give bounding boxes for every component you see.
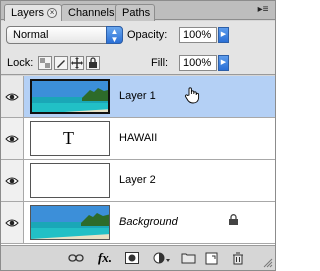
eye-icon (5, 177, 19, 184)
panel-tab-bar: Layers × Channels Paths ▸≡ (1, 1, 275, 21)
tab-paths[interactable]: Paths (115, 4, 156, 21)
panel-menu-icon[interactable]: ▸≡ (255, 3, 271, 17)
visibility-toggle[interactable] (1, 160, 24, 201)
type-layer-icon: T (63, 128, 74, 148)
fx-icon[interactable]: fx. (93, 250, 117, 265)
layer-thumbnail: T (30, 121, 110, 156)
new-layer-icon[interactable] (203, 251, 221, 265)
layer-options-bar: Normal ▲ ▼ Opacity: 100% ▶ Lock: Fill: 10… (1, 21, 275, 75)
layer-name[interactable]: Background (119, 216, 178, 228)
tab-channels[interactable]: Channels (61, 4, 120, 21)
adjustment-icon[interactable] (151, 251, 173, 265)
fill-label: Fill: (151, 57, 169, 69)
layer-row-layer-1[interactable]: Layer 1 (1, 76, 275, 118)
link-icon[interactable] (67, 251, 85, 265)
layer-thumbnail (30, 79, 110, 114)
tab-paths-label: Paths (122, 7, 151, 19)
layer-row-hawaii[interactable]: T HAWAII (1, 118, 275, 160)
trash-icon[interactable] (229, 251, 247, 265)
fx-label: fx. (97, 250, 113, 265)
tab-close-icon[interactable]: × (47, 8, 58, 18)
layer-row-layer-2[interactable]: Layer 2 (1, 160, 275, 202)
blend-mode-value: Normal (13, 29, 49, 41)
group-folder-icon[interactable] (179, 251, 197, 265)
lock-image-pixels-icon[interactable] (54, 56, 68, 70)
eye-icon (5, 93, 19, 100)
fill-slider-arrow-icon[interactable]: ▶ (218, 55, 229, 71)
layers-bottom-toolbar: fx. (1, 245, 275, 270)
opacity-slider-arrow-icon[interactable]: ▶ (218, 27, 229, 43)
lock-position-icon[interactable] (70, 56, 84, 70)
layer-thumbnail (30, 205, 110, 240)
lock-transparent-pixels-icon[interactable] (38, 56, 52, 70)
hand-cursor-icon (184, 87, 200, 104)
opacity-field[interactable]: 100% (179, 27, 217, 43)
blend-mode-select[interactable]: Normal ▲ ▼ (6, 26, 123, 44)
lock-all-icon[interactable] (86, 56, 100, 70)
lock-icon (229, 214, 238, 225)
layer-thumbnail (30, 163, 110, 198)
lock-label: Lock: (7, 57, 34, 69)
layer-row-background[interactable]: Background (1, 202, 275, 244)
eye-icon (5, 135, 19, 142)
resize-grip-icon[interactable] (263, 258, 273, 268)
tab-layers-label: Layers (11, 7, 45, 19)
chevron-updown-icon[interactable]: ▲ ▼ (106, 26, 123, 44)
eye-icon (5, 219, 19, 226)
layer-list: Layer 1 T HAWAII Layer 2 Background (1, 76, 275, 245)
tab-layers[interactable]: Layers × (4, 4, 63, 21)
visibility-toggle[interactable] (1, 76, 24, 117)
layers-panel: Layers × Channels Paths ▸≡ Normal ▲ ▼ Opa… (0, 0, 276, 271)
layer-name[interactable]: Layer 2 (119, 174, 156, 186)
layer-name[interactable]: Layer 1 (119, 90, 156, 102)
visibility-toggle[interactable] (1, 118, 24, 159)
fill-field[interactable]: 100% (179, 55, 217, 71)
layer-name[interactable]: HAWAII (119, 132, 157, 144)
tab-channels-label: Channels (68, 7, 115, 19)
mask-icon[interactable] (123, 251, 141, 265)
opacity-label: Opacity: (127, 29, 168, 41)
visibility-toggle[interactable] (1, 202, 24, 243)
